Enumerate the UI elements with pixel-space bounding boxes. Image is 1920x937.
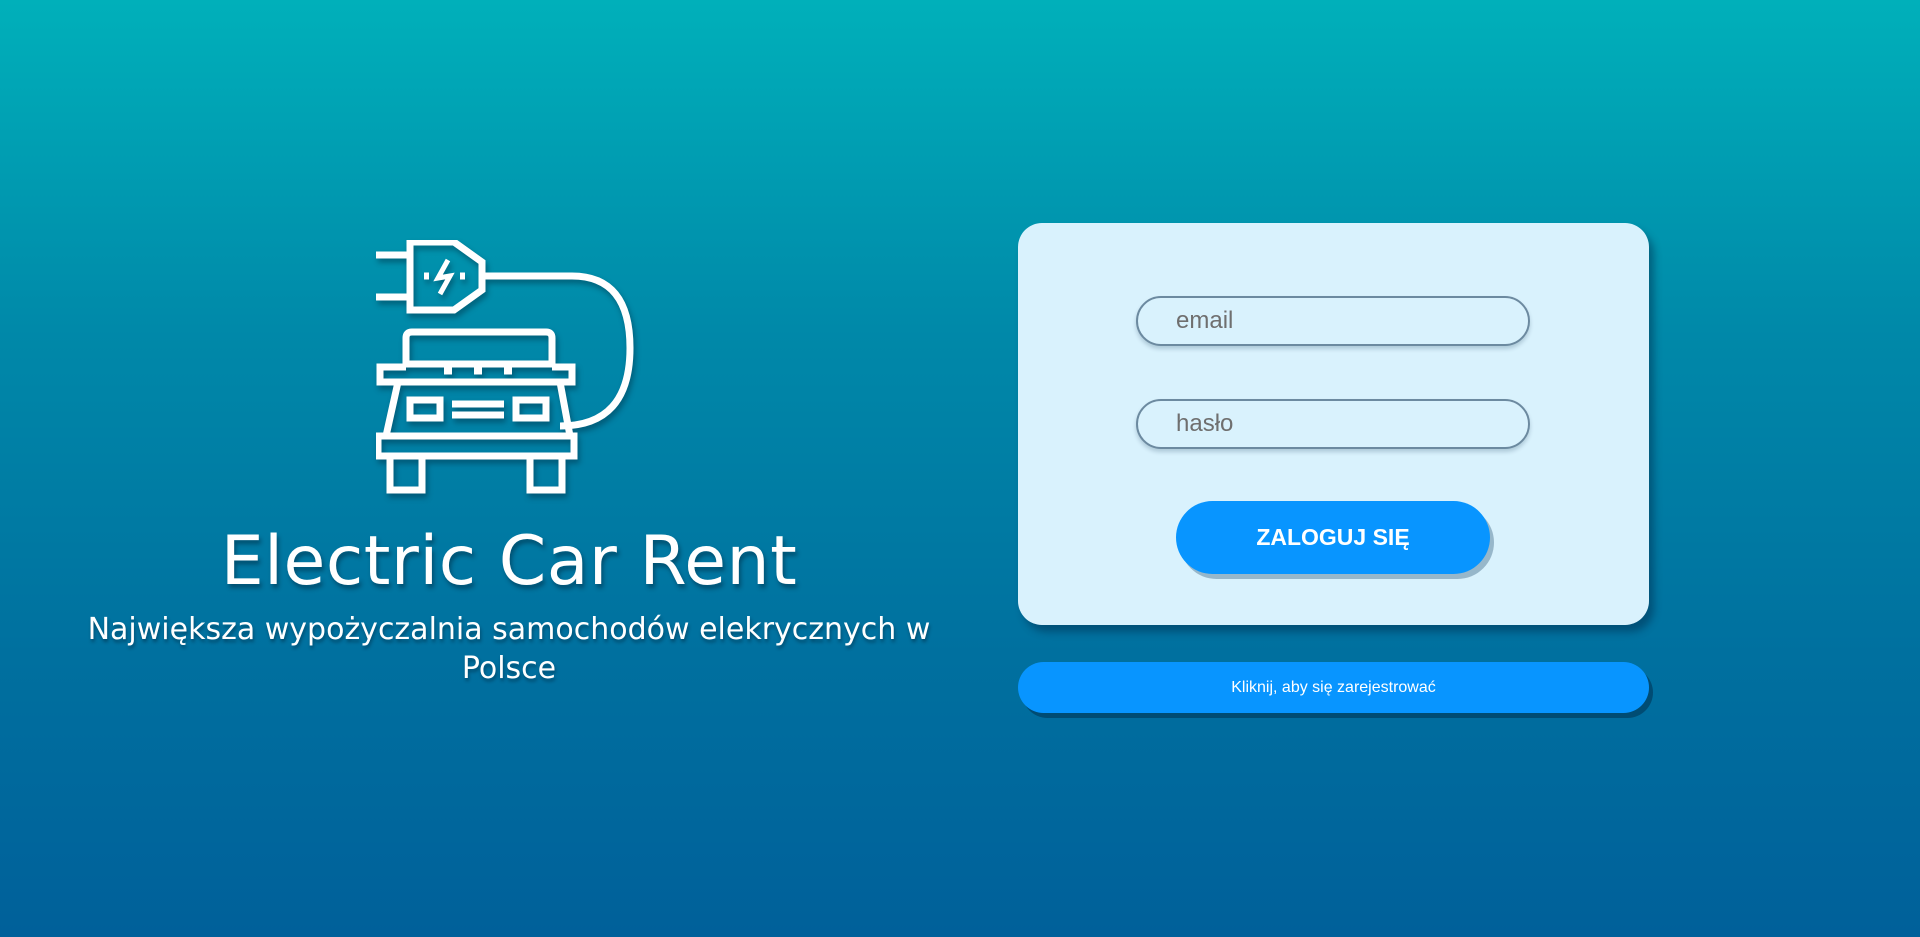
electric-car-plug-icon xyxy=(374,238,646,510)
register-button[interactable]: Kliknij, aby się zarejestrować xyxy=(1018,662,1649,713)
page-title: Electric Car Rent xyxy=(220,522,798,601)
page-subtitle: Największa wypożyczalnia samochodów elek… xyxy=(87,612,931,686)
email-input[interactable] xyxy=(1136,296,1530,346)
login-form: ZALOGUJ SIĘ xyxy=(1018,223,1649,625)
login-button[interactable]: ZALOGUJ SIĘ xyxy=(1176,501,1490,574)
password-input[interactable] xyxy=(1136,399,1530,449)
